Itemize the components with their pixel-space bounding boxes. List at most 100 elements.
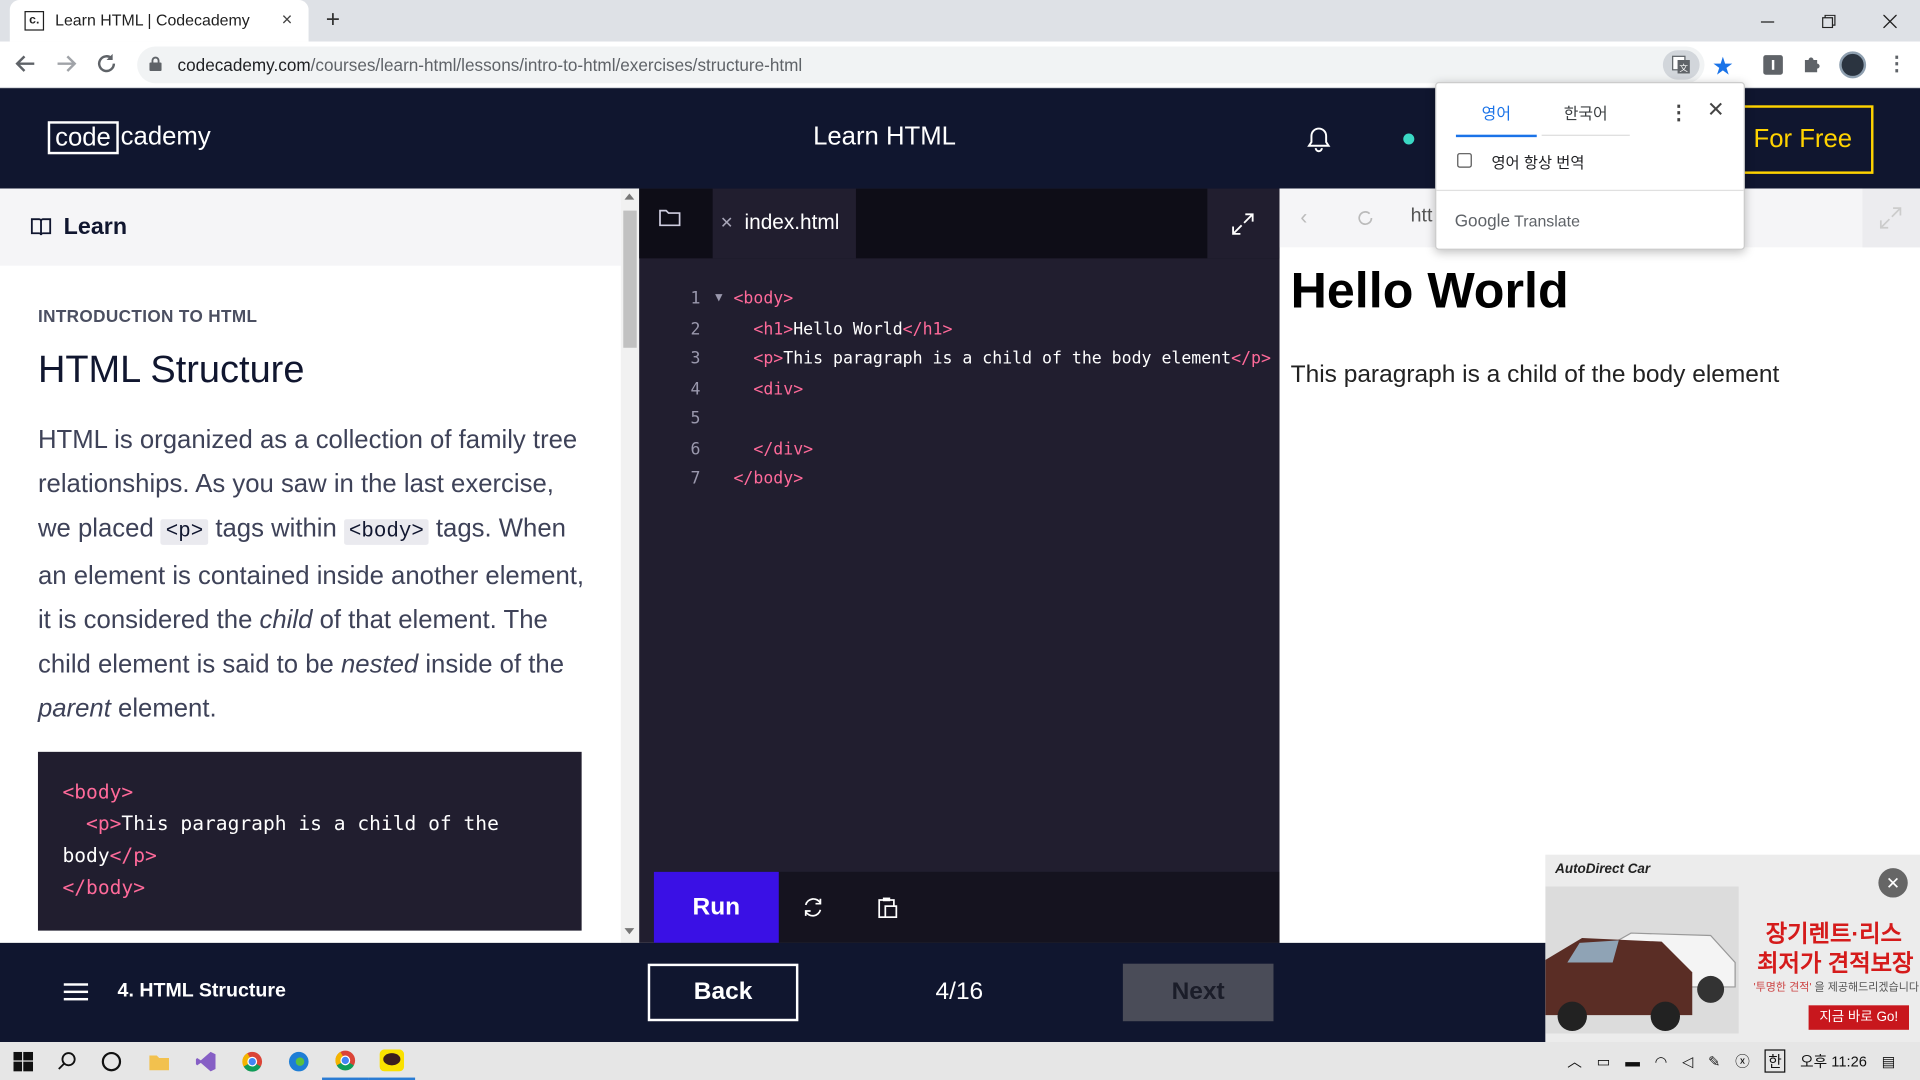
- next-button[interactable]: Next: [1122, 963, 1274, 1022]
- ad-cta-button[interactable]: 지금 바로 Go!: [1808, 1005, 1909, 1030]
- always-translate-checkbox[interactable]: [1457, 153, 1472, 168]
- always-translate-label: 영어 항상 번역: [1491, 154, 1585, 172]
- windows-start-icon[interactable]: [0, 1042, 47, 1080]
- inline-code: <body>: [343, 519, 429, 545]
- preview-refresh-icon[interactable]: [1356, 208, 1376, 228]
- code-tag: </p>: [109, 843, 157, 867]
- status-dot: [1403, 133, 1415, 145]
- preview-paragraph: This paragraph is a child of the body el…: [1290, 361, 1780, 389]
- file-tab-index-html[interactable]: ✕ index.html: [712, 188, 856, 259]
- tab-target-language[interactable]: 한국어: [1541, 100, 1630, 136]
- chevron-up-icon[interactable]: ︿: [1567, 1051, 1582, 1072]
- task-view-icon[interactable]: [88, 1042, 135, 1080]
- back-button[interactable]: Back: [647, 963, 799, 1022]
- close-icon[interactable]: ✕: [1707, 98, 1724, 122]
- code-line[interactable]: 4 <div>: [639, 374, 1279, 404]
- search-icon[interactable]: [44, 1042, 91, 1080]
- clipboard-icon[interactable]: [876, 895, 900, 919]
- tab-source-language[interactable]: 영어: [1455, 100, 1537, 138]
- chrome-active-icon[interactable]: [322, 1042, 369, 1080]
- scroll-down-arrow-icon[interactable]: [624, 928, 635, 935]
- code-tag: </body>: [62, 875, 146, 899]
- notifications-bell-icon[interactable]: [1307, 126, 1331, 153]
- chrome-icon[interactable]: [229, 1042, 276, 1080]
- kakaotalk-icon[interactable]: [368, 1042, 416, 1080]
- browser-tab[interactable]: c. Learn HTML | Codecademy ×: [9, 0, 309, 42]
- tab-close-icon[interactable]: ×: [282, 10, 293, 31]
- clock[interactable]: 오후 11:26: [1800, 1051, 1867, 1072]
- course-title: Learn HTML: [813, 122, 956, 151]
- advertisement[interactable]: AutoDirect Car 장기렌트·리스 최저가 견적보장 '투명한 견적'…: [1545, 854, 1920, 1043]
- battery-icon[interactable]: ▬: [1625, 1052, 1640, 1069]
- file-name: index.html: [744, 210, 840, 234]
- preview-url[interactable]: htt: [1411, 206, 1433, 228]
- ad-close-icon[interactable]: ✕: [1878, 868, 1908, 898]
- menu-hamburger-icon[interactable]: [63, 982, 89, 1002]
- svg-text:文: 文: [1679, 62, 1688, 74]
- expand-editor-button[interactable]: [1207, 188, 1280, 259]
- code-line[interactable]: 3 <p>This paragraph is a child of the bo…: [639, 344, 1279, 374]
- close-window-icon[interactable]: [1859, 0, 1920, 42]
- puzzle-extensions-icon[interactable]: [1800, 53, 1824, 77]
- lesson-scrollbar[interactable]: [620, 188, 640, 943]
- folder-icon[interactable]: [659, 208, 681, 227]
- wifi-icon[interactable]: ◠: [1655, 1052, 1668, 1069]
- circle-x-icon[interactable]: ⓧ: [1735, 1051, 1750, 1072]
- bookmark-star-icon[interactable]: ★: [1712, 51, 1734, 82]
- preview-expand-button[interactable]: [1862, 188, 1920, 248]
- code-line[interactable]: 7 </body>: [639, 464, 1279, 494]
- code-content: <h1>Hello World</h1>: [733, 314, 952, 344]
- lesson-panel: Learn INTRODUCTION TO HTML HTML Structur…: [0, 188, 640, 943]
- run-bar: Run: [653, 871, 1280, 943]
- edge-icon[interactable]: [276, 1042, 323, 1080]
- editor-tab-bar: ✕ index.html: [639, 188, 1280, 259]
- close-file-icon[interactable]: ✕: [720, 213, 733, 233]
- forward-arrow-icon[interactable]: [55, 53, 79, 77]
- reset-icon[interactable]: [801, 895, 825, 919]
- current-lesson-label[interactable]: 4. HTML Structure: [118, 981, 286, 1003]
- new-tab-button[interactable]: +: [326, 6, 340, 34]
- address-bar[interactable]: codecademy.com/courses/learn-html/lesson…: [137, 46, 1734, 84]
- example-code-block: <body> <p>This paragraph is a child of t…: [37, 751, 582, 931]
- line-number: 3: [690, 348, 701, 369]
- translate-page-icon[interactable]: 文: [1662, 50, 1700, 80]
- notifications-icon[interactable]: ▤: [1882, 1052, 1896, 1069]
- file-explorer-icon[interactable]: [136, 1042, 183, 1080]
- back-arrow-icon[interactable]: [15, 53, 39, 77]
- volume-icon[interactable]: ◁: [1682, 1052, 1693, 1069]
- minimize-icon[interactable]: [1736, 0, 1797, 42]
- more-options-icon[interactable]: ⋮: [1669, 100, 1689, 124]
- lock-icon: [149, 56, 162, 72]
- meet-icon[interactable]: ▭: [1597, 1052, 1611, 1069]
- code-line[interactable]: 6 </div>: [639, 434, 1279, 464]
- scroll-thumb[interactable]: [623, 210, 637, 348]
- code-editor: ✕ index.html 1 ▼ <body> 2 <h1>Hello World</…: [639, 188, 1280, 943]
- preview-back-icon[interactable]: ‹: [1300, 206, 1307, 230]
- scroll-up-arrow-icon[interactable]: [624, 193, 635, 200]
- car-image: [1545, 886, 1739, 1034]
- code-content: <div>: [733, 374, 803, 404]
- code-line[interactable]: 1 ▼ <body>: [639, 284, 1279, 314]
- run-button[interactable]: Run: [653, 871, 779, 943]
- pen-icon[interactable]: ✎: [1708, 1052, 1720, 1069]
- codecademy-logo[interactable]: code cademy: [47, 120, 211, 154]
- ad-line1: 장기렌트·리스: [1765, 922, 1902, 948]
- para-text: element.: [110, 694, 217, 723]
- code-tag: <div>: [753, 378, 804, 399]
- profile-avatar[interactable]: [1839, 51, 1867, 79]
- ime-indicator[interactable]: 한: [1764, 1049, 1786, 1073]
- code-line[interactable]: 2 <h1>Hello World</h1>: [639, 314, 1279, 344]
- browser-tab-strip: c. Learn HTML | Codecademy × +: [0, 0, 1920, 42]
- code-lines[interactable]: 1 ▼ <body> 2 <h1>Hello World</h1> 3 <p>This …: [639, 284, 1279, 494]
- reload-icon[interactable]: [96, 53, 120, 77]
- code-line[interactable]: 5: [639, 404, 1279, 434]
- visual-studio-icon[interactable]: [182, 1042, 229, 1080]
- restore-icon[interactable]: [1798, 0, 1859, 42]
- logo-box-text: code: [47, 120, 119, 154]
- google-wordmark: Google: [1454, 210, 1510, 231]
- chrome-menu-icon[interactable]: ⋮: [1887, 51, 1907, 75]
- fold-arrow-icon[interactable]: ▼: [715, 284, 722, 314]
- extension-icon[interactable]: [1761, 53, 1785, 77]
